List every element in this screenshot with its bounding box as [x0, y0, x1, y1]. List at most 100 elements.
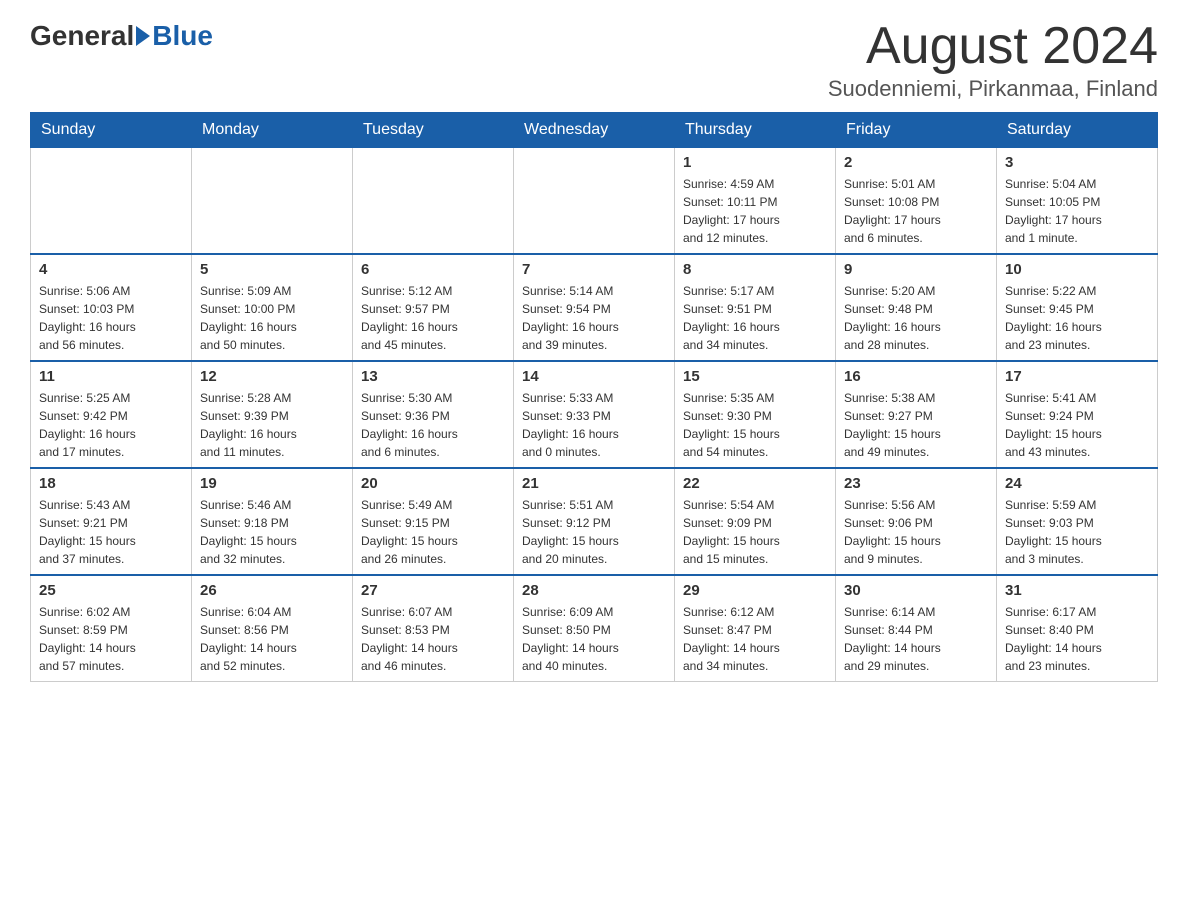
table-row: 22 Sunrise: 5:54 AM Sunset: 9:09 PM Dayli… [675, 468, 836, 575]
calendar-header-row: Sunday Monday Tuesday Wednesday Thursday… [31, 113, 1158, 148]
table-row: 16Sunrise: 5:38 AM Sunset: 9:27 PM Dayli… [836, 361, 997, 468]
day-number: 23 [844, 475, 988, 492]
month-title: August 2024 [828, 20, 1158, 72]
day-info: Sunrise: 5:51 AM Sunset: 9:12 PM Dayligh… [522, 496, 666, 568]
page-header: General Blue August 2024 Suodenniemi, Pi… [30, 20, 1158, 102]
calendar-table: Sunday Monday Tuesday Wednesday Thursday… [30, 112, 1158, 682]
table-row: 23 Sunrise: 5:56 AM Sunset: 9:06 PM Dayli… [836, 468, 997, 575]
day-number: 29 [683, 582, 827, 599]
day-info: Sunrise: 4:59 AM Sunset: 10:11 PM Daylig… [683, 175, 827, 247]
day-number: 10 [1005, 261, 1149, 278]
table-row: 29 Sunrise: 6:12 AM Sunset: 8:47 PM Dayli… [675, 575, 836, 682]
table-row: 24Sunrise: 5:59 AM Sunset: 9:03 PM Dayli… [997, 468, 1158, 575]
table-row: 15 Sunrise: 5:35 AM Sunset: 9:30 PM Dayli… [675, 361, 836, 468]
day-number: 15 [683, 368, 827, 385]
table-row [31, 148, 192, 255]
calendar-week-row: 25Sunrise: 6:02 AM Sunset: 8:59 PM Dayli… [31, 575, 1158, 682]
table-row: 26Sunrise: 6:04 AM Sunset: 8:56 PM Dayli… [192, 575, 353, 682]
day-number: 5 [200, 261, 344, 278]
table-row: 6Sunrise: 5:12 AM Sunset: 9:57 PM Daylig… [353, 254, 514, 361]
day-number: 9 [844, 261, 988, 278]
col-wednesday: Wednesday [514, 113, 675, 148]
logo-general-text: General [30, 20, 134, 52]
logo: General Blue [30, 20, 213, 52]
col-thursday: Thursday [675, 113, 836, 148]
table-row: 9 Sunrise: 5:20 AM Sunset: 9:48 PM Daylig… [836, 254, 997, 361]
day-number: 26 [200, 582, 344, 599]
day-info: Sunrise: 5:49 AM Sunset: 9:15 PM Dayligh… [361, 496, 505, 568]
day-number: 22 [683, 475, 827, 492]
table-row: 2 Sunrise: 5:01 AM Sunset: 10:08 PM Dayli… [836, 148, 997, 255]
day-info: Sunrise: 5:59 AM Sunset: 9:03 PM Dayligh… [1005, 496, 1149, 568]
table-row: 25Sunrise: 6:02 AM Sunset: 8:59 PM Dayli… [31, 575, 192, 682]
day-info: Sunrise: 5:14 AM Sunset: 9:54 PM Dayligh… [522, 282, 666, 354]
day-info: Sunrise: 6:07 AM Sunset: 8:53 PM Dayligh… [361, 603, 505, 675]
day-info: Sunrise: 6:12 AM Sunset: 8:47 PM Dayligh… [683, 603, 827, 675]
col-saturday: Saturday [997, 113, 1158, 148]
calendar-week-row: 18 Sunrise: 5:43 AM Sunset: 9:21 PM Dayli… [31, 468, 1158, 575]
table-row: 20Sunrise: 5:49 AM Sunset: 9:15 PM Dayli… [353, 468, 514, 575]
day-number: 27 [361, 582, 505, 599]
day-number: 19 [200, 475, 344, 492]
day-info: Sunrise: 5:54 AM Sunset: 9:09 PM Dayligh… [683, 496, 827, 568]
calendar-week-row: 4Sunrise: 5:06 AM Sunset: 10:03 PM Dayli… [31, 254, 1158, 361]
table-row: 28 Sunrise: 6:09 AM Sunset: 8:50 PM Dayli… [514, 575, 675, 682]
day-info: Sunrise: 5:22 AM Sunset: 9:45 PM Dayligh… [1005, 282, 1149, 354]
table-row: 14 Sunrise: 5:33 AM Sunset: 9:33 PM Dayli… [514, 361, 675, 468]
table-row: 3 Sunrise: 5:04 AM Sunset: 10:05 PM Dayli… [997, 148, 1158, 255]
day-number: 25 [39, 582, 183, 599]
day-info: Sunrise: 5:17 AM Sunset: 9:51 PM Dayligh… [683, 282, 827, 354]
logo-blue-text: Blue [152, 20, 213, 52]
logo-arrow-icon [136, 26, 150, 46]
table-row [514, 148, 675, 255]
day-info: Sunrise: 6:17 AM Sunset: 8:40 PM Dayligh… [1005, 603, 1149, 675]
table-row: 31 Sunrise: 6:17 AM Sunset: 8:40 PM Dayli… [997, 575, 1158, 682]
day-number: 2 [844, 154, 988, 171]
title-section: August 2024 Suodenniemi, Pirkanmaa, Finl… [828, 20, 1158, 102]
table-row: 5 Sunrise: 5:09 AM Sunset: 10:00 PM Dayli… [192, 254, 353, 361]
day-info: Sunrise: 5:43 AM Sunset: 9:21 PM Dayligh… [39, 496, 183, 568]
table-row: 12 Sunrise: 5:28 AM Sunset: 9:39 PM Dayli… [192, 361, 353, 468]
day-number: 3 [1005, 154, 1149, 171]
day-info: Sunrise: 5:04 AM Sunset: 10:05 PM Daylig… [1005, 175, 1149, 247]
day-number: 31 [1005, 582, 1149, 599]
day-number: 6 [361, 261, 505, 278]
calendar-week-row: 11Sunrise: 5:25 AM Sunset: 9:42 PM Dayli… [31, 361, 1158, 468]
day-number: 8 [683, 261, 827, 278]
day-info: Sunrise: 5:56 AM Sunset: 9:06 PM Dayligh… [844, 496, 988, 568]
location-text: Suodenniemi, Pirkanmaa, Finland [828, 76, 1158, 102]
day-info: Sunrise: 5:33 AM Sunset: 9:33 PM Dayligh… [522, 389, 666, 461]
table-row [353, 148, 514, 255]
day-number: 13 [361, 368, 505, 385]
day-number: 28 [522, 582, 666, 599]
day-info: Sunrise: 5:20 AM Sunset: 9:48 PM Dayligh… [844, 282, 988, 354]
table-row: 27 Sunrise: 6:07 AM Sunset: 8:53 PM Dayli… [353, 575, 514, 682]
table-row: 21 Sunrise: 5:51 AM Sunset: 9:12 PM Dayli… [514, 468, 675, 575]
day-number: 18 [39, 475, 183, 492]
table-row: 4Sunrise: 5:06 AM Sunset: 10:03 PM Dayli… [31, 254, 192, 361]
day-info: Sunrise: 5:41 AM Sunset: 9:24 PM Dayligh… [1005, 389, 1149, 461]
col-tuesday: Tuesday [353, 113, 514, 148]
col-monday: Monday [192, 113, 353, 148]
day-info: Sunrise: 5:38 AM Sunset: 9:27 PM Dayligh… [844, 389, 988, 461]
calendar-week-row: 1Sunrise: 4:59 AM Sunset: 10:11 PM Dayli… [31, 148, 1158, 255]
col-sunday: Sunday [31, 113, 192, 148]
day-info: Sunrise: 5:09 AM Sunset: 10:00 PM Daylig… [200, 282, 344, 354]
table-row: 30Sunrise: 6:14 AM Sunset: 8:44 PM Dayli… [836, 575, 997, 682]
day-number: 30 [844, 582, 988, 599]
table-row [192, 148, 353, 255]
day-info: Sunrise: 5:35 AM Sunset: 9:30 PM Dayligh… [683, 389, 827, 461]
table-row: 19Sunrise: 5:46 AM Sunset: 9:18 PM Dayli… [192, 468, 353, 575]
day-info: Sunrise: 6:09 AM Sunset: 8:50 PM Dayligh… [522, 603, 666, 675]
table-row: 1Sunrise: 4:59 AM Sunset: 10:11 PM Dayli… [675, 148, 836, 255]
day-info: Sunrise: 5:01 AM Sunset: 10:08 PM Daylig… [844, 175, 988, 247]
day-number: 12 [200, 368, 344, 385]
day-number: 4 [39, 261, 183, 278]
day-info: Sunrise: 5:28 AM Sunset: 9:39 PM Dayligh… [200, 389, 344, 461]
day-number: 21 [522, 475, 666, 492]
day-number: 14 [522, 368, 666, 385]
table-row: 8 Sunrise: 5:17 AM Sunset: 9:51 PM Daylig… [675, 254, 836, 361]
day-number: 11 [39, 368, 183, 385]
table-row: 7Sunrise: 5:14 AM Sunset: 9:54 PM Daylig… [514, 254, 675, 361]
table-row: 10 Sunrise: 5:22 AM Sunset: 9:45 PM Dayli… [997, 254, 1158, 361]
